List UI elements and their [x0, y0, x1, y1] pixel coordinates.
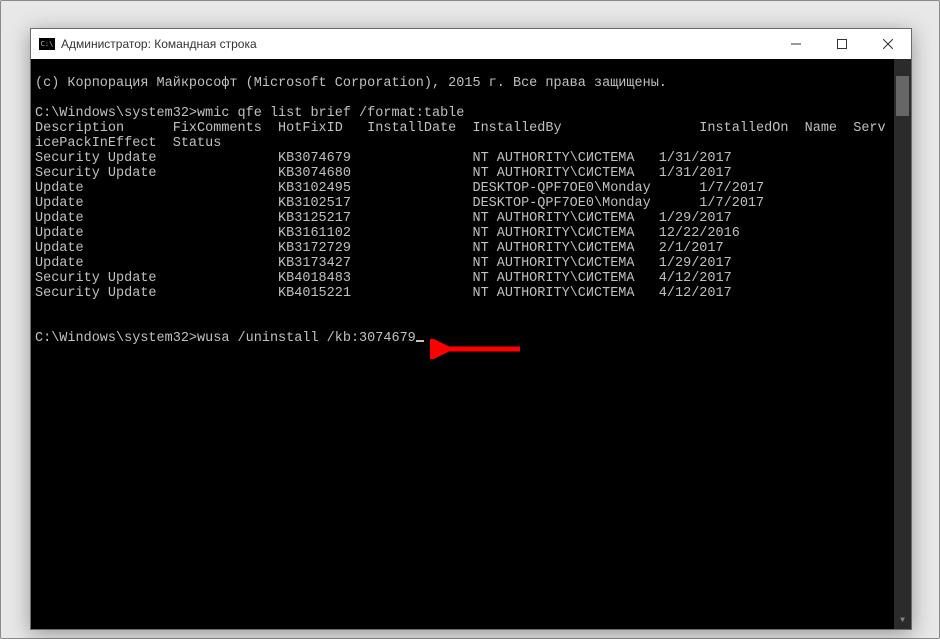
window-controls [773, 29, 911, 59]
close-button[interactable] [865, 29, 911, 59]
window-title: Администратор: Командная строка [61, 37, 773, 51]
terminal-area[interactable]: (c) Корпорация Майкрософт (Microsoft Cor… [31, 59, 911, 629]
scrollbar-thumb[interactable] [896, 76, 909, 116]
table-row: Update KB3161102 NT AUTHORITY\СИСТЕМА 12… [35, 226, 740, 241]
maximize-button[interactable] [819, 29, 865, 59]
table-row: Security Update KB3074679 NT AUTHORITY\С… [35, 151, 732, 166]
table-row: Security Update KB4015221 NT AUTHORITY\С… [35, 286, 732, 301]
table-row: Update KB3125217 NT AUTHORITY\СИСТЕМА 1/… [35, 211, 732, 226]
table-row: Update KB3102517 DESKTOP-QPF7OE0\Monday … [35, 196, 764, 211]
scroll-down-arrow-icon[interactable]: ▼ [894, 612, 911, 629]
table-row: Security Update KB4018483 NT AUTHORITY\С… [35, 271, 732, 286]
command-prompt-window: C:\ Администратор: Командная строка (c) … [30, 28, 912, 630]
table-header-2: icePackInEffect Status [35, 136, 221, 151]
minimize-button[interactable] [773, 29, 819, 59]
table-row: Update KB3172729 NT AUTHORITY\СИСТЕМА 2/… [35, 241, 724, 256]
table-row: Update KB3173427 NT AUTHORITY\СИСТЕМА 1/… [35, 256, 732, 271]
prompt-line-2: C:\Windows\system32>wusa /uninstall /kb:… [35, 331, 424, 346]
vertical-scrollbar[interactable]: ▲ ▼ [894, 59, 911, 629]
cmd-icon: C:\ [39, 38, 55, 50]
table-header-1: Description FixComments HotFixID Install… [35, 121, 886, 136]
table-row: Security Update KB3074680 NT AUTHORITY\С… [35, 166, 732, 181]
table-row: Update KB3102495 DESKTOP-QPF7OE0\Monday … [35, 181, 764, 196]
window-titlebar[interactable]: C:\ Администратор: Командная строка [31, 29, 911, 59]
copyright-line: (c) Корпорация Майкрософт (Microsoft Cor… [35, 76, 667, 91]
prompt-line-1: C:\Windows\system32>wmic qfe list brief … [35, 106, 464, 121]
text-cursor [416, 340, 424, 342]
